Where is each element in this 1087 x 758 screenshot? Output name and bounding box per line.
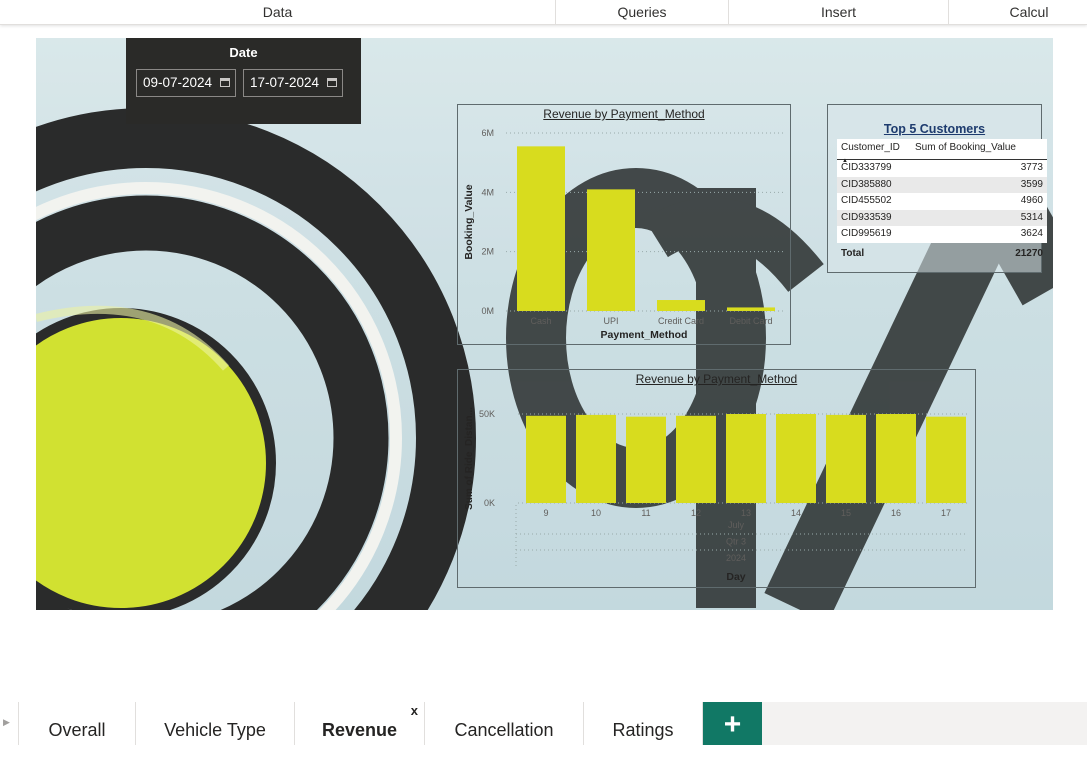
tab-cancellation[interactable]: Cancellation [425,702,584,745]
y-tick-label: 2M [481,247,494,257]
y-tick-label: 6M [481,128,494,138]
bar [676,415,716,503]
x-tick-label: 16 [891,508,901,518]
x-tick-label: 11 [641,508,650,518]
payment-method-chart[interactable]: Revenue by Payment_Method 0M 2M 4M 6M Cash UP… [457,104,791,345]
y-tick-label: 0K [484,498,495,508]
bar [657,300,705,311]
cell-customer-id: CID333799 [841,162,892,173]
x-tick-label: 15 [841,508,851,518]
y-axis-title: Sum of Ride_Distan... [464,407,475,510]
cell-customer-id: CID995619 [841,228,892,239]
total-label: Total [841,247,865,259]
calendar-icon[interactable] [327,78,337,87]
calendar-icon[interactable] [220,78,230,87]
tab-overall[interactable]: Overall [19,702,136,745]
table-grid: Customer_ID Sum of Booking_Value ▲ CID33… [837,139,1047,263]
cell-customer-id: CID933539 [841,211,892,223]
cell-customer-id: CID455502 [841,195,892,206]
bar [726,414,766,503]
day-chart-plot: 0K 50K 9 10 11 12 13 14 15 16 17 July Qtr 3 2024 Day Su… [464,407,968,583]
bar [576,414,616,503]
end-date-value: 17-07-2024 [250,75,320,90]
table-row[interactable]: CID385880 3599 [837,176,1047,193]
bar [876,414,916,503]
cell-booking-value: 3599 [1020,178,1043,190]
x-tick-label: 17 [941,508,951,518]
bar [587,189,635,311]
add-page-button[interactable]: + [703,702,762,745]
sort-ascending-icon: ▲ [842,158,848,164]
y-axis-title: Booking_Value [463,184,475,259]
cell-customer-id: CID385880 [841,178,892,190]
y-tick-label: 50K [479,409,495,419]
cell-booking-value: 5314 [1020,211,1043,223]
column-header-customer[interactable]: Customer_ID [837,139,911,159]
x-axis-title: Payment_Method [601,329,688,341]
table-row[interactable]: CID933539 5314 [837,209,1047,226]
x-tick-label: 10 [591,508,601,518]
column-header-value[interactable]: Sum of Booking_Value [911,139,1047,159]
cell-booking-value: 3624 [1020,228,1043,239]
table-title: Top 5 Customers [883,122,986,136]
x-tick-label: UPI [603,316,618,326]
ribbon-calculations[interactable]: Calcul [949,0,1087,24]
x-axis-title: Day [726,571,745,583]
y-tick-label: 4M [481,187,494,197]
x-tick-label: Debit Card [729,316,772,326]
ribbon-insert[interactable]: Insert [729,0,949,24]
tab-revenue[interactable]: Revenue x [295,702,425,745]
page-tab-bar: ▶ Overall Vehicle Type Revenue x Cancell… [0,702,1087,745]
chevron-left-icon: ▶ [3,717,10,727]
start-date-input[interactable]: 09-07-2024 [136,69,236,97]
x-tick-label: Credit Card [658,316,704,326]
end-date-input[interactable]: 17-07-2024 [243,69,343,97]
top-customers-table[interactable]: Top 5 Customers Customer_ID Sum of Booki… [827,104,1047,273]
ribbon-data[interactable]: Data [0,0,556,24]
x-hierarchy-label: July [728,520,745,530]
table-row[interactable]: CID455502 4960 [837,193,1047,210]
date-slicer: Date 09-07-2024 17-07-2024 [126,38,361,124]
x-tick-label: 14 [791,508,801,518]
table-row[interactable]: CID995619 3624 [837,226,1047,243]
bar [727,307,775,311]
tab-scroll-left[interactable]: ▶ [0,702,19,745]
x-tick-label: 12 [691,508,701,518]
payment-chart-plot: 0M 2M 4M 6M Cash UPI Credit Card Debit Card Paym… [463,128,786,341]
x-tick-label: 13 [741,508,751,518]
tab-vehicle-type[interactable]: Vehicle Type [136,702,295,745]
x-tick-label: Cash [530,316,551,326]
x-hierarchy-label: Qtr 3 [726,537,746,547]
ribbon: Data Queries Insert Calcul [0,0,1087,25]
slicer-title: Date [229,45,258,60]
tab-revenue-label: Revenue [321,720,398,740]
bar [826,414,866,503]
table-total-row: Total 21270 [837,245,1047,263]
day-chart[interactable]: Revenue by Payment_Method 0K 50K 9 10 11 12 13… [457,369,976,588]
bar [776,414,816,503]
bar [517,146,565,311]
x-hierarchy-label: 2024 [726,553,746,563]
cell-booking-value: 4960 [1020,195,1043,206]
report-canvas: Date 09-07-2024 17-07-2024 Revenue by Pa… [36,38,1053,610]
start-date-value: 09-07-2024 [143,75,213,90]
close-icon[interactable]: x [411,683,418,739]
y-tick-label: 0M [481,306,494,316]
ribbon-queries[interactable]: Queries [556,0,729,24]
table-header: Customer_ID Sum of Booking_Value ▲ [837,139,1047,164]
total-value: 21270 [1015,247,1043,259]
bar [626,416,666,503]
cell-booking-value: 3773 [1020,162,1043,173]
bar [926,416,966,503]
bar [526,415,566,503]
x-tick-label: 9 [543,508,548,518]
table-row[interactable]: CID333799 3773 [837,160,1047,177]
tab-ratings[interactable]: Ratings [584,702,703,745]
